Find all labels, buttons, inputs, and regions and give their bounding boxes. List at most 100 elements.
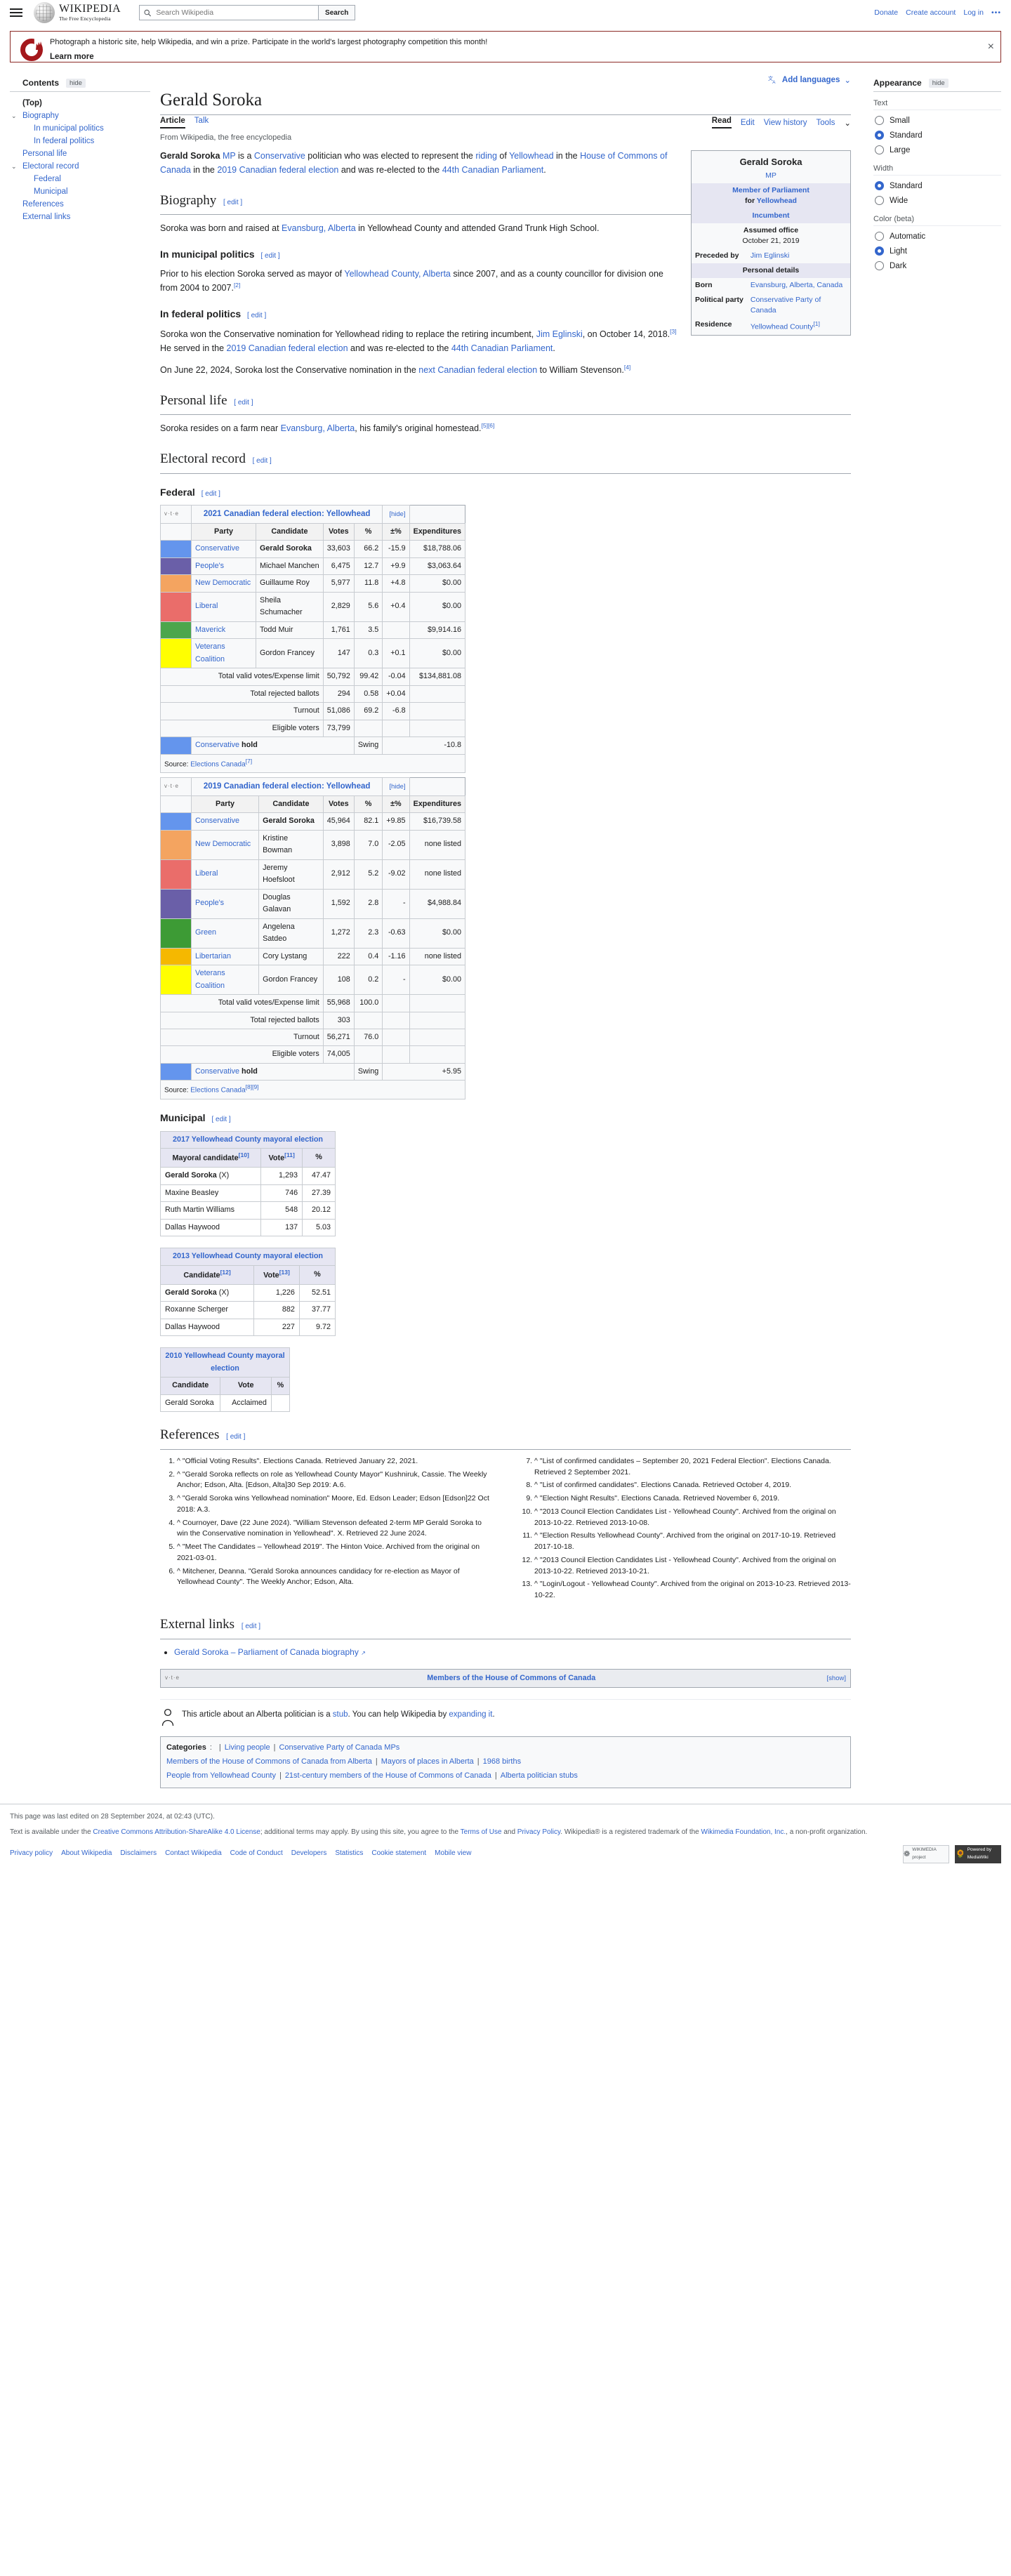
toc-item-label[interactable]: (Top) xyxy=(22,99,42,107)
toc-hide-button[interactable]: hide xyxy=(66,78,86,88)
toc-item-in-federal-politics[interactable]: In federal politics xyxy=(10,135,150,147)
tab-read[interactable]: Read xyxy=(711,117,732,128)
toc-item-top[interactable]: (Top) xyxy=(10,97,150,110)
toc-item-municipal[interactable]: Municipal xyxy=(10,185,150,198)
appearance-option-standard[interactable]: Standard xyxy=(873,128,1001,143)
radio-button[interactable] xyxy=(875,116,884,125)
mediawiki-badge[interactable]: 🌻 Powered by MediaWiki xyxy=(955,1844,1001,1863)
footer-link[interactable]: Code of Conduct xyxy=(230,1848,283,1860)
edit-link-personal-life[interactable]: [ edit ] xyxy=(234,399,253,407)
toc-item-references[interactable]: References xyxy=(10,198,150,211)
election-hide-toggle[interactable]: [hide] xyxy=(382,777,410,796)
inline-link[interactable]: Yellowhead County, Alberta xyxy=(344,269,451,279)
donate-link[interactable]: Donate xyxy=(874,8,898,17)
infobox-party-value[interactable]: Conservative Party of Canada xyxy=(751,296,821,315)
inline-link[interactable]: riding xyxy=(475,151,497,161)
toc-item-label[interactable]: In municipal politics xyxy=(34,124,104,133)
edit-link-federal[interactable]: [ edit ] xyxy=(201,490,220,498)
party-link[interactable]: Green xyxy=(195,928,216,937)
footer-link[interactable]: Disclaimers xyxy=(120,1848,157,1860)
wikimedia-badge[interactable]: ❁ WIKIMEDIA project xyxy=(903,1844,949,1863)
party-link[interactable]: Liberal xyxy=(195,869,218,878)
more-options-icon[interactable]: ••• xyxy=(991,8,1001,17)
radio-button[interactable] xyxy=(875,131,884,140)
chevron-down-icon[interactable]: ⌄ xyxy=(11,163,17,171)
election-hide-toggle[interactable]: [hide] xyxy=(382,505,410,524)
edit-link-external-links[interactable]: [ edit ] xyxy=(242,1623,260,1630)
infobox-riding-link[interactable]: Yellowhead xyxy=(757,197,797,205)
election-title-link[interactable]: 2019 Canadian federal election: Yellowhe… xyxy=(204,782,371,791)
inline-link[interactable]: Yellowhead xyxy=(509,151,553,161)
navbox-title[interactable]: Members of the House of Commons of Canad… xyxy=(196,1672,827,1684)
infobox-preceded-value[interactable]: Jim Eglinski xyxy=(751,251,789,260)
tab-edit[interactable]: Edit xyxy=(741,119,755,127)
appearance-hide-button[interactable]: hide xyxy=(928,78,949,88)
inline-link[interactable]: expanding it xyxy=(449,1710,492,1719)
banner-close-icon[interactable]: × xyxy=(988,41,994,53)
toc-item-label[interactable]: Electoral record xyxy=(22,162,79,171)
radio-button[interactable] xyxy=(875,261,884,270)
appearance-option-standard[interactable]: Standard xyxy=(873,178,1001,193)
category-link[interactable]: Living people xyxy=(225,1743,270,1752)
category-link[interactable]: 1968 births xyxy=(483,1757,521,1766)
source-link[interactable]: Elections Canada xyxy=(190,1087,245,1095)
inline-link[interactable]: stub xyxy=(333,1710,348,1719)
reference-marker[interactable]: [3] xyxy=(670,328,676,335)
tab-view-history[interactable]: View history xyxy=(764,119,807,127)
toc-item-label[interactable]: Municipal xyxy=(34,187,68,196)
toc-item-label[interactable]: Federal xyxy=(34,175,61,183)
party-link[interactable]: New Democratic xyxy=(195,579,251,587)
inline-link[interactable]: 2019 Canadian federal election xyxy=(227,343,348,353)
wikipedia-logo-link[interactable]: WIKIPEDIA The Free Encyclopedia xyxy=(34,2,121,23)
infobox-residence-value[interactable]: Yellowhead County xyxy=(751,323,814,331)
inline-link[interactable]: next Canadian federal election xyxy=(418,365,537,375)
inline-link[interactable]: Privacy Policy xyxy=(517,1828,561,1836)
toc-item-label[interactable]: Personal life xyxy=(22,150,67,158)
party-link[interactable]: Veterans Coalition xyxy=(195,969,225,989)
add-languages-button[interactable]: Add languages xyxy=(782,76,840,84)
footer-link[interactable]: Contact Wikipedia xyxy=(165,1848,222,1860)
banner-learn-more-link[interactable]: Learn more xyxy=(50,51,487,63)
appearance-option-small[interactable]: Small xyxy=(873,113,1001,128)
source-link[interactable]: Elections Canada xyxy=(190,760,245,768)
category-link[interactable]: 21st-century members of the House of Com… xyxy=(285,1771,491,1780)
column-ref[interactable]: [13] xyxy=(279,1269,290,1276)
category-link[interactable]: Alberta politician stubs xyxy=(501,1771,578,1780)
toc-item-personal-life[interactable]: Personal life xyxy=(10,147,150,160)
inline-link[interactable]: Terms of Use xyxy=(461,1828,502,1836)
radio-button[interactable] xyxy=(875,145,884,154)
inline-link[interactable]: 2019 Canadian federal election xyxy=(217,165,338,175)
column-ref[interactable]: [11] xyxy=(284,1151,295,1158)
tools-chevron-icon[interactable]: ⌄ xyxy=(844,118,851,128)
appearance-option-automatic[interactable]: Automatic xyxy=(873,229,1001,244)
toc-item-in-municipal-politics[interactable]: In municipal politics xyxy=(10,122,150,135)
party-link[interactable]: Liberal xyxy=(195,602,218,610)
main-menu-button[interactable] xyxy=(10,8,22,17)
navbox-vte-links[interactable]: v·t·e xyxy=(165,1674,196,1683)
tab-article[interactable]: Article xyxy=(160,117,185,128)
radio-button[interactable] xyxy=(875,232,884,241)
mayoral-title[interactable]: 2017 Yellowhead County mayoral election xyxy=(160,1130,336,1149)
radio-button[interactable] xyxy=(875,246,884,256)
footer-link[interactable]: About Wikipedia xyxy=(61,1848,112,1860)
radio-button[interactable] xyxy=(875,181,884,190)
party-link[interactable]: Maverick xyxy=(195,626,225,634)
category-link[interactable]: Conservative Party of Canada MPs xyxy=(279,1743,399,1752)
chevron-down-icon[interactable]: ⌄ xyxy=(844,75,851,85)
appearance-option-dark[interactable]: Dark xyxy=(873,258,1001,273)
footer-link[interactable]: Cookie statement xyxy=(371,1848,426,1860)
infobox-post-nominal[interactable]: MP xyxy=(765,171,777,180)
appearance-option-large[interactable]: Large xyxy=(873,143,1001,157)
party-link[interactable]: Veterans Coalition xyxy=(195,642,225,663)
footer-link[interactable]: Statistics xyxy=(335,1848,363,1860)
toc-item-label[interactable]: Biography xyxy=(22,112,59,120)
cell[interactable]: v·t·e xyxy=(160,777,192,796)
search-input[interactable] xyxy=(154,8,315,18)
mayoral-title[interactable]: 2013 Yellowhead County mayoral election xyxy=(160,1248,336,1266)
column-ref[interactable]: [12] xyxy=(220,1269,231,1276)
toc-item-electoral-record[interactable]: ⌄ Electoral record xyxy=(10,160,150,173)
edit-link-municipal[interactable]: [ edit ] xyxy=(211,1116,230,1123)
cell[interactable]: v·t·e xyxy=(160,505,192,524)
edit-link-federal-politics[interactable]: [ edit ] xyxy=(247,312,266,319)
inline-link[interactable]: MP xyxy=(223,151,236,161)
